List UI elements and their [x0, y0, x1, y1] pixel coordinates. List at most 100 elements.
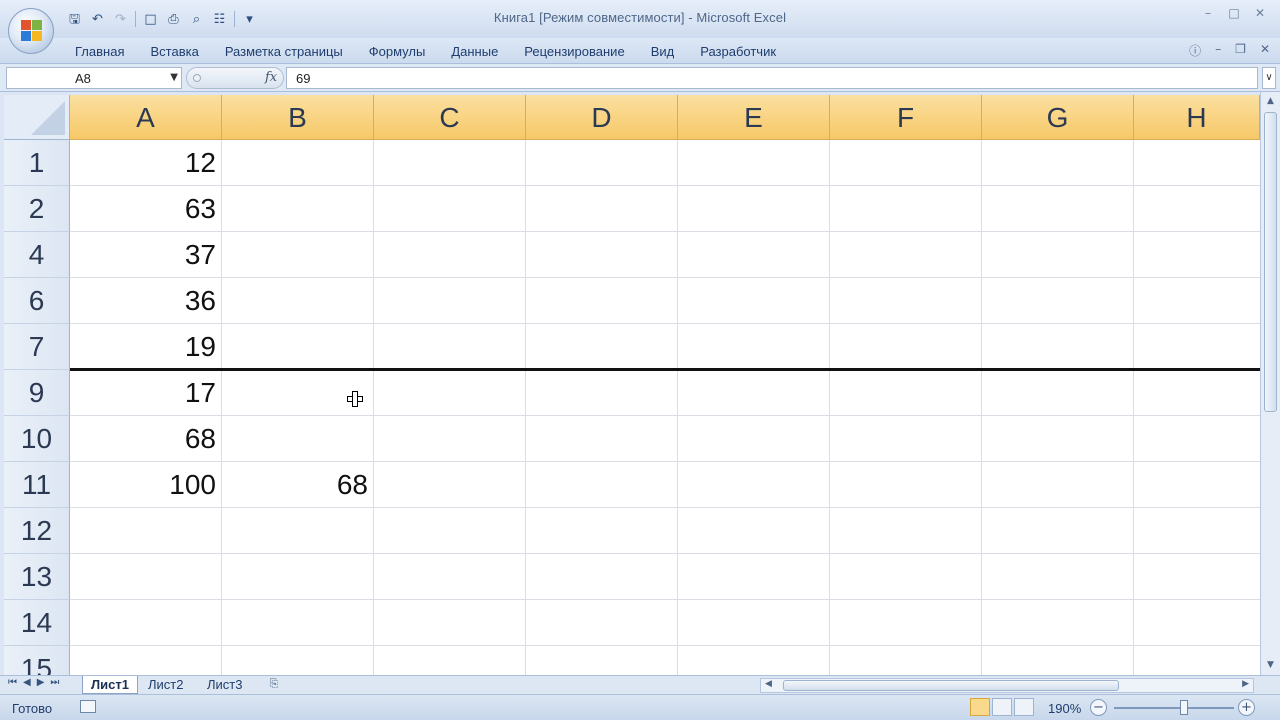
scroll-up-icon[interactable]: ▲ — [1263, 94, 1278, 108]
gridline — [70, 553, 1260, 554]
page-layout-view-icon[interactable] — [992, 698, 1012, 716]
row-header[interactable]: 12 — [4, 508, 70, 554]
minimize-icon[interactable]: – — [1200, 6, 1216, 22]
normal-view-icon[interactable] — [970, 698, 990, 716]
tab-page-layout[interactable]: Разметка страницы — [212, 42, 356, 61]
tab-home[interactable]: Главная — [62, 42, 137, 61]
formula-input[interactable]: 69 — [286, 67, 1258, 89]
gridline — [70, 277, 1260, 278]
workbook-close-icon[interactable]: ✕ — [1260, 42, 1270, 59]
cell-a11[interactable]: 100 — [70, 462, 222, 508]
page-break-view-icon[interactable] — [1014, 698, 1034, 716]
workbook-restore-icon[interactable]: ❐ — [1235, 42, 1246, 59]
sheet-tab-2[interactable]: Лист2 — [140, 676, 191, 694]
column-header-c[interactable]: C — [374, 95, 526, 140]
worksheet-grid[interactable]: A B C D E F G H 1 2 4 6 7 9 10 11 12 13 … — [4, 95, 1260, 675]
formula-value: 69 — [296, 71, 311, 86]
cell-a2[interactable]: 63 — [70, 186, 222, 232]
column-header-g[interactable]: G — [982, 95, 1134, 140]
gridline — [70, 185, 1260, 186]
tab-view[interactable]: Вид — [638, 42, 688, 61]
last-sheet-icon[interactable]: ⏭ — [50, 677, 59, 688]
cell-a9[interactable]: 17 — [70, 370, 222, 416]
cell-b11[interactable]: 68 — [222, 462, 374, 508]
gridline — [373, 140, 374, 675]
gridline — [829, 140, 830, 675]
row-header[interactable]: 9 — [4, 370, 70, 416]
sheet-nav-buttons: ⏮ ◀ ▶ ⏭ — [8, 677, 59, 688]
scroll-left-icon[interactable]: ◀ — [765, 679, 772, 689]
cell-a6[interactable]: 36 — [70, 278, 222, 324]
status-bar: Готово 190% − + — [0, 694, 1280, 720]
close-icon[interactable]: ✕ — [1252, 6, 1268, 22]
column-header-f[interactable]: F — [830, 95, 982, 140]
cell-cursor-icon — [347, 391, 363, 407]
sheet-tab-bar: ⏮ ◀ ▶ ⏭ Лист1 Лист2 Лист3 ⎘ ◀ ▶ — [0, 675, 1280, 694]
help-icon[interactable]: ⓘ — [1189, 42, 1201, 59]
gridline — [70, 645, 1260, 646]
zoom-level[interactable]: 190% — [1048, 701, 1081, 716]
gridline — [70, 599, 1260, 600]
tab-formulas[interactable]: Формулы — [356, 42, 439, 61]
column-header-b[interactable]: B — [222, 95, 374, 140]
sheet-tab-1[interactable]: Лист1 — [82, 676, 138, 694]
cell-a1[interactable]: 12 — [70, 140, 222, 186]
formula-bar: A8 ▼ fx 69 ∨ — [0, 64, 1280, 92]
column-header-d[interactable]: D — [526, 95, 678, 140]
title-bar: 🖫 ↶ ↷ □ ⎙ ⌕ ☷ ▾ Книга1 [Режим совместимо… — [0, 0, 1280, 38]
tab-insert[interactable]: Вставка — [137, 42, 211, 61]
name-box[interactable]: A8 ▼ — [6, 67, 182, 89]
cell-a10[interactable]: 68 — [70, 416, 222, 462]
insert-sheet-icon[interactable]: ⎘ — [262, 677, 286, 693]
status-ready: Готово — [12, 701, 53, 716]
cell-a4[interactable]: 37 — [70, 232, 222, 278]
row-header[interactable]: 13 — [4, 554, 70, 600]
row-header[interactable]: 4 — [4, 232, 70, 278]
row-header[interactable]: 11 — [4, 462, 70, 508]
prev-sheet-icon[interactable]: ◀ — [23, 677, 31, 688]
view-buttons — [970, 698, 1034, 716]
zoom-slider[interactable] — [1114, 707, 1234, 709]
expand-formula-icon[interactable]: ∨ — [1262, 67, 1276, 89]
next-sheet-icon[interactable]: ▶ — [37, 677, 45, 688]
horizontal-scrollbar[interactable]: ◀ ▶ — [760, 678, 1254, 693]
column-header-h[interactable]: H — [1134, 95, 1260, 140]
row-header[interactable]: 7 — [4, 324, 70, 370]
row-header[interactable]: 2 — [4, 186, 70, 232]
office-logo-icon — [21, 20, 43, 42]
select-all-button[interactable] — [4, 95, 70, 140]
zoom-slider-thumb[interactable] — [1179, 700, 1188, 715]
insert-function-button[interactable]: fx — [265, 70, 277, 85]
cell-a7[interactable]: 19 — [70, 324, 222, 370]
zoom-out-icon[interactable]: − — [1090, 699, 1107, 716]
chevron-down-icon[interactable]: ▼ — [170, 72, 178, 83]
tab-review[interactable]: Рецензирование — [511, 42, 637, 61]
gridline — [525, 140, 526, 675]
gridline — [70, 231, 1260, 232]
row-header[interactable]: 10 — [4, 416, 70, 462]
column-header-a[interactable]: A — [70, 95, 222, 140]
scroll-down-icon[interactable]: ▼ — [1263, 658, 1278, 672]
tab-data[interactable]: Данные — [438, 42, 511, 61]
row-header[interactable]: 1 — [4, 140, 70, 186]
record-macro-icon[interactable] — [80, 700, 96, 713]
name-box-value: A8 — [75, 71, 91, 86]
formula-buttons: fx — [186, 67, 284, 89]
horizontal-scroll-thumb[interactable] — [783, 680, 1119, 691]
first-sheet-icon[interactable]: ⏮ — [8, 677, 17, 688]
zoom-in-icon[interactable]: + — [1238, 699, 1255, 716]
maximize-icon[interactable]: □ — [1226, 6, 1242, 22]
gridline — [1133, 140, 1134, 675]
office-button[interactable] — [8, 8, 54, 54]
row-header[interactable]: 14 — [4, 600, 70, 646]
vertical-scroll-thumb[interactable] — [1264, 112, 1277, 412]
row-header[interactable]: 6 — [4, 278, 70, 324]
sheet-tab-3[interactable]: Лист3 — [199, 676, 250, 694]
grip-icon[interactable] — [193, 74, 201, 82]
tab-developer[interactable]: Разработчик — [687, 42, 789, 61]
row-header[interactable]: 15 — [4, 646, 70, 675]
vertical-scrollbar[interactable]: ▲ ▼ — [1260, 92, 1280, 675]
workbook-minimize-icon[interactable]: – — [1215, 42, 1221, 59]
column-header-e[interactable]: E — [678, 95, 830, 140]
scroll-right-icon[interactable]: ▶ — [1242, 679, 1249, 689]
